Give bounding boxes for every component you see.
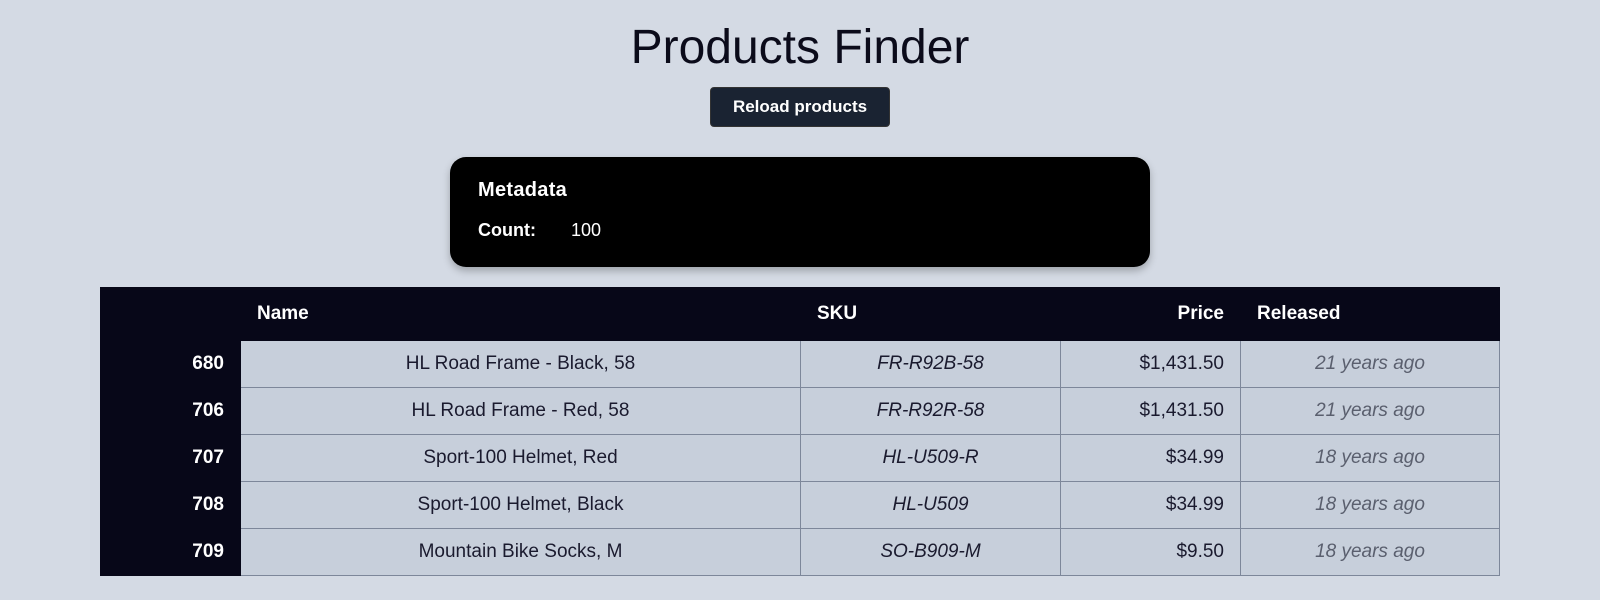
table-header-row: Name SKU Price Released	[101, 288, 1500, 341]
cell-name: Sport-100 Helmet, Red	[241, 435, 801, 482]
table-row: 709Mountain Bike Socks, MSO-B909-M$9.501…	[101, 529, 1500, 576]
metadata-panel: Metadata Count: 100	[450, 157, 1150, 267]
cell-sku: FR-R92R-58	[801, 388, 1061, 435]
column-header-price: Price	[1061, 288, 1241, 341]
cell-price: $1,431.50	[1061, 388, 1241, 435]
page-title: Products Finder	[0, 20, 1600, 75]
table-row: 680HL Road Frame - Black, 58FR-R92B-58$1…	[101, 341, 1500, 388]
metadata-count-value: 100	[571, 220, 601, 241]
column-header-id	[101, 288, 241, 341]
cell-released: 21 years ago	[1241, 341, 1500, 388]
cell-sku: HL-U509-R	[801, 435, 1061, 482]
column-header-released: Released	[1241, 288, 1500, 341]
cell-id: 708	[101, 482, 241, 529]
cell-name: Mountain Bike Socks, M	[241, 529, 801, 576]
metadata-heading: Metadata	[478, 179, 1122, 202]
table-row: 708Sport-100 Helmet, BlackHL-U509$34.991…	[101, 482, 1500, 529]
cell-released: 18 years ago	[1241, 529, 1500, 576]
cell-sku: SO-B909-M	[801, 529, 1061, 576]
cell-id: 706	[101, 388, 241, 435]
cell-name: HL Road Frame - Black, 58	[241, 341, 801, 388]
cell-released: 18 years ago	[1241, 482, 1500, 529]
column-header-sku: SKU	[801, 288, 1061, 341]
cell-sku: FR-R92B-58	[801, 341, 1061, 388]
cell-id: 709	[101, 529, 241, 576]
reload-products-button[interactable]: Reload products	[710, 87, 890, 127]
cell-name: Sport-100 Helmet, Black	[241, 482, 801, 529]
cell-sku: HL-U509	[801, 482, 1061, 529]
table-row: 707Sport-100 Helmet, RedHL-U509-R$34.991…	[101, 435, 1500, 482]
cell-price: $9.50	[1061, 529, 1241, 576]
cell-id: 680	[101, 341, 241, 388]
cell-released: 21 years ago	[1241, 388, 1500, 435]
cell-name: HL Road Frame - Red, 58	[241, 388, 801, 435]
cell-price: $34.99	[1061, 435, 1241, 482]
column-header-name: Name	[241, 288, 801, 341]
cell-released: 18 years ago	[1241, 435, 1500, 482]
cell-price: $34.99	[1061, 482, 1241, 529]
table-row: 706HL Road Frame - Red, 58FR-R92R-58$1,4…	[101, 388, 1500, 435]
metadata-count-label: Count:	[478, 220, 536, 241]
cell-price: $1,431.50	[1061, 341, 1241, 388]
cell-id: 707	[101, 435, 241, 482]
products-table: Name SKU Price Released 680HL Road Frame…	[100, 287, 1500, 576]
